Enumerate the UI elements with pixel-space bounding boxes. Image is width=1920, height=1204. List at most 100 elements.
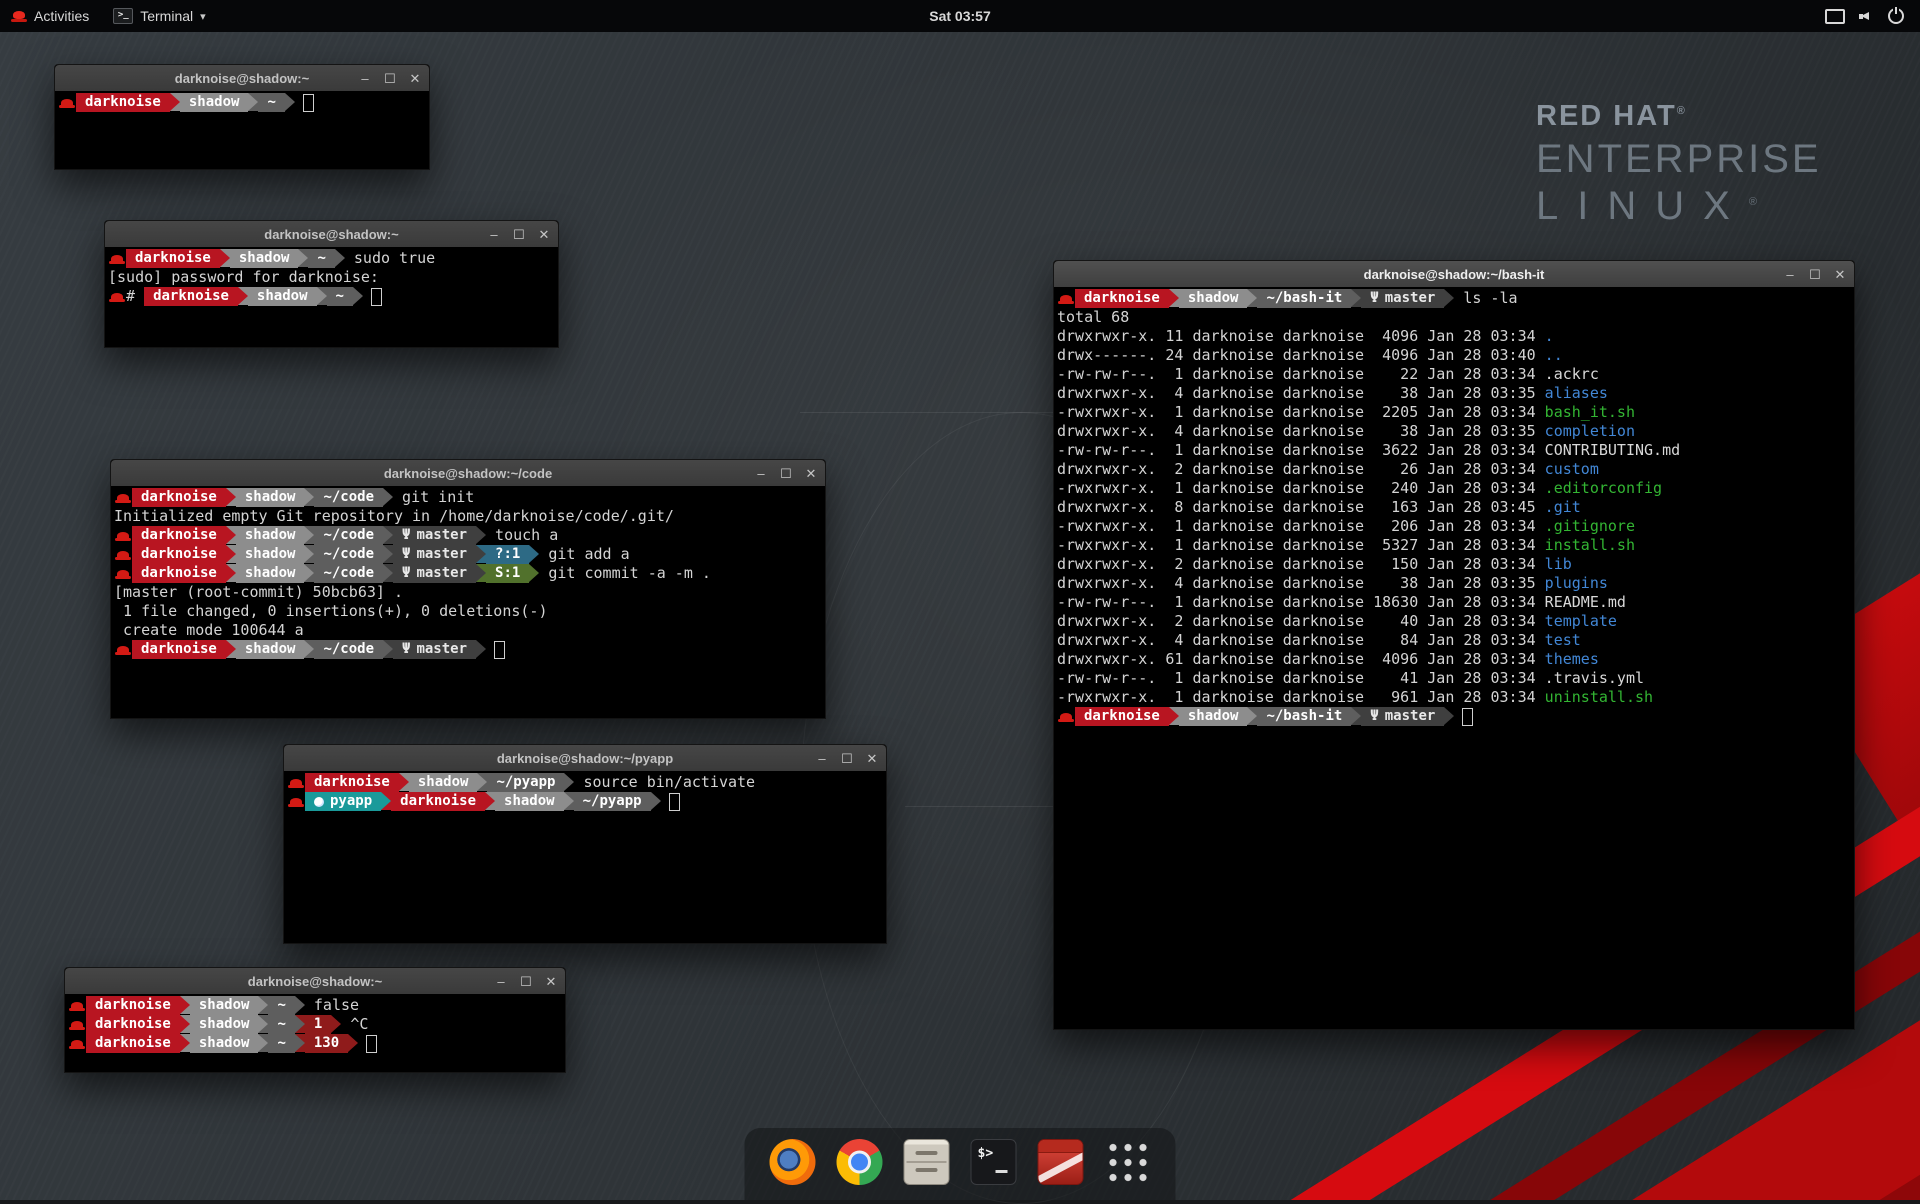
powerline-arrow-icon: [529, 545, 539, 563]
dock-item-appgrid[interactable]: [1104, 1138, 1152, 1186]
terminal-line: darknoiseshadow~/bash-itΨmaster ls -la: [1057, 289, 1851, 308]
close-button[interactable]: ✕: [537, 228, 551, 241]
powerline-segment-git: Ψmaster: [1361, 707, 1444, 726]
git-branch-icon: Ψ: [402, 564, 410, 583]
clock[interactable]: Sat 03:57: [929, 0, 990, 32]
maximize-button[interactable]: ☐: [1808, 268, 1822, 281]
segment-label: darknoise: [141, 564, 217, 583]
powerline-arrow-icon: [1351, 289, 1361, 307]
titlebar[interactable]: darknoise@shadow:~ –☐ ✕: [65, 968, 565, 995]
segment-label: ~/pyapp: [496, 773, 555, 792]
segment-label: master: [1385, 289, 1436, 308]
maximize-button[interactable]: ☐: [840, 752, 854, 765]
terminal-screen[interactable]: darknoiseshadow~ falsedarknoiseshadow~1 …: [65, 994, 565, 1072]
redhat-prompt-icon: [58, 93, 76, 112]
powerline-arrow-icon: [476, 640, 486, 658]
minimize-button[interactable]: –: [494, 975, 508, 988]
terminal-output-text: [master (root-commit) 50bcb63] .: [114, 583, 403, 602]
powerline-arrow-icon: [248, 93, 258, 111]
powerline-arrow-icon: [285, 93, 295, 111]
terminal-screen[interactable]: darknoiseshadow~ sudo true[sudo] passwor…: [105, 247, 558, 347]
dock-item-toolbox[interactable]: [1037, 1138, 1085, 1186]
maximize-button[interactable]: ☐: [512, 228, 526, 241]
dock-item-chrome[interactable]: [836, 1138, 884, 1186]
power-icon: [1888, 8, 1904, 24]
file-name: README.md: [1545, 593, 1626, 612]
brand-line-enterprise: ENTERPRISE: [1536, 137, 1822, 182]
titlebar[interactable]: darknoise@shadow:~–☐✕: [105, 221, 558, 248]
prompt-text: ls -la: [1454, 289, 1517, 308]
powerline-arrow-icon: [529, 564, 539, 582]
terminal-line: darknoiseshadow~130: [68, 1034, 562, 1053]
powerline-segment-host: shadow: [236, 640, 305, 659]
registered-mark: ®: [1677, 105, 1687, 117]
minimize-button[interactable]: –: [358, 72, 372, 85]
powerline-arrow-icon: [476, 564, 486, 582]
maximize-button[interactable]: ☐: [519, 975, 533, 988]
minimize-button[interactable]: –: [487, 228, 501, 241]
minimize-button[interactable]: –: [815, 752, 829, 765]
terminal-line: drwxrwxr-x. 4 darknoise darknoise 38 Jan…: [1057, 422, 1851, 441]
close-button[interactable]: ✕: [408, 72, 422, 85]
powerline-arrow-icon: [383, 564, 393, 582]
redhat-logo-icon: [12, 10, 27, 23]
prompt-text: source bin/activate: [574, 773, 755, 792]
terminal-line: drwxrwxr-x. 2 darknoise darknoise 26 Jan…: [1057, 460, 1851, 479]
segment-label: shadow: [189, 93, 240, 112]
powerline-segment-user: darknoise: [86, 1034, 180, 1053]
terminal-output-text: [sudo] password for darknoise:: [108, 268, 379, 287]
terminal-cursor: [366, 1035, 377, 1053]
window-title: darknoise@shadow:~: [248, 974, 382, 989]
file-name: test: [1545, 631, 1581, 650]
terminal-screen[interactable]: darknoiseshadow~/pyapp source bin/activa…: [284, 771, 886, 943]
system-status-area[interactable]: [1817, 0, 1912, 32]
terminal-line: drwxrwxr-x. 4 darknoise darknoise 84 Jan…: [1057, 631, 1851, 650]
close-button[interactable]: ✕: [865, 752, 879, 765]
terminal-screen[interactable]: darknoiseshadow~/code git initInitialize…: [111, 486, 825, 718]
segment-label: ~: [336, 287, 344, 306]
powerline-segment-git: Ψmaster: [393, 526, 476, 545]
segment-label: shadow: [257, 287, 308, 306]
file-name: bash_it.sh: [1545, 403, 1635, 422]
maximize-button[interactable]: ☐: [779, 467, 793, 480]
powerline-segment-user: darknoise: [86, 996, 180, 1015]
prompt-text: sudo true: [345, 249, 435, 268]
activities-button[interactable]: Activities: [0, 0, 101, 32]
powerline-arrow-icon: [304, 488, 314, 506]
powerline-arrow-icon: [399, 773, 409, 791]
minimize-button[interactable]: –: [1783, 268, 1797, 281]
dock-item-files[interactable]: [903, 1138, 951, 1186]
terminal-screen[interactable]: darknoiseshadow~: [55, 91, 429, 169]
dock-item-firefox[interactable]: [769, 1138, 817, 1186]
segment-label: shadow: [418, 773, 469, 792]
powerline-arrow-icon: [477, 773, 487, 791]
segment-label: darknoise: [95, 1015, 171, 1034]
powerline-arrow-icon: [238, 287, 248, 305]
file-name: completion: [1545, 422, 1635, 441]
powerline-arrow-icon: [1247, 289, 1257, 307]
redhat-prompt-icon: [108, 249, 126, 268]
maximize-button[interactable]: ☐: [383, 72, 397, 85]
close-button[interactable]: ✕: [804, 467, 818, 480]
titlebar[interactable]: darknoise@shadow:~/pyapp–☐✕: [284, 745, 886, 772]
terminal-line: drwxrwxr-x. 2 darknoise darknoise 40 Jan…: [1057, 612, 1851, 631]
close-button[interactable]: ✕: [544, 975, 558, 988]
terminal-line: -rw-rw-r--. 1 darknoise darknoise 41 Jan…: [1057, 669, 1851, 688]
segment-label: 130: [314, 1034, 339, 1053]
titlebar[interactable]: darknoise@shadow:~/bash-it–☐✕: [1054, 261, 1854, 288]
powerline-arrow-icon: [304, 640, 314, 658]
close-button[interactable]: ✕: [1833, 268, 1847, 281]
segment-label: darknoise: [141, 526, 217, 545]
window-controls: –☐ ✕: [494, 968, 558, 994]
terminal-line: -rwxrwxr-x. 1 darknoise darknoise 961 Ja…: [1057, 688, 1851, 707]
segment-label: shadow: [1188, 707, 1239, 726]
file-meta: drwxrwxr-x. 4 darknoise darknoise 38 Jan…: [1057, 422, 1545, 441]
dock-item-terminal[interactable]: $>: [970, 1138, 1018, 1186]
powerline-segment-path: ~: [268, 1034, 294, 1053]
redhat-prompt-icon: [114, 564, 132, 583]
terminal-screen[interactable]: darknoiseshadow~/bash-itΨmaster ls -lato…: [1054, 287, 1854, 1029]
titlebar[interactable]: darknoise@shadow:~–☐✕: [55, 65, 429, 92]
minimize-button[interactable]: –: [754, 467, 768, 480]
app-menu-terminal[interactable]: >_ Terminal ▾: [101, 0, 217, 32]
titlebar[interactable]: darknoise@shadow:~/code–☐✕: [111, 460, 825, 487]
